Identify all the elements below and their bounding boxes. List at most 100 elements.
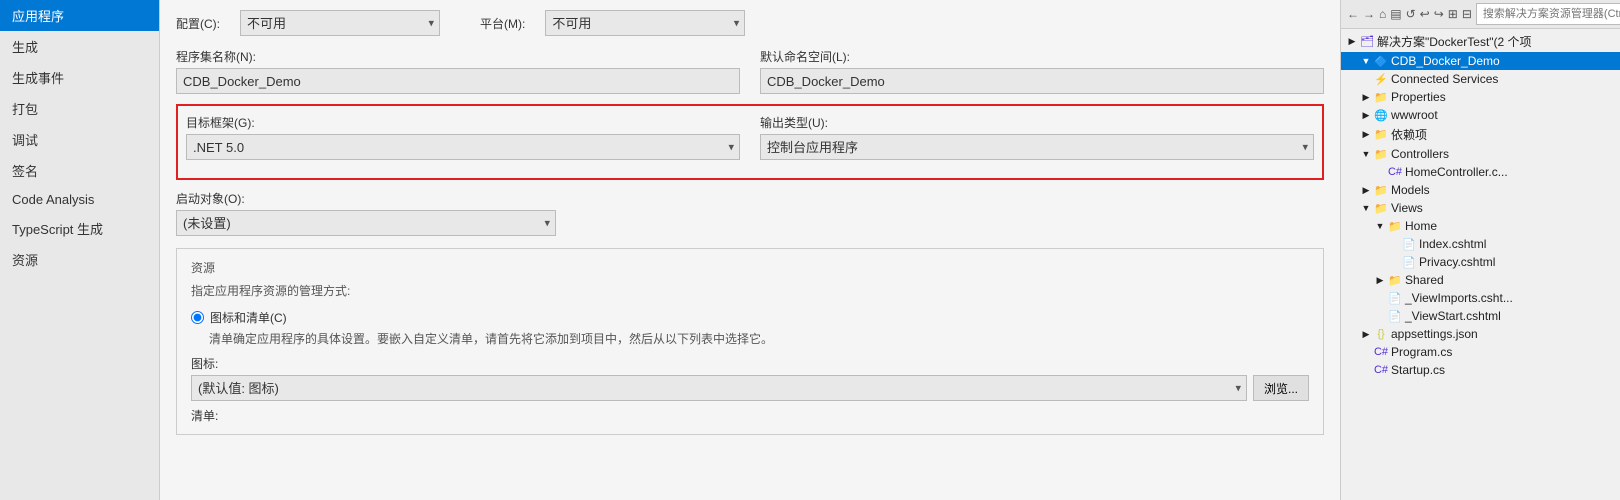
redo-icon[interactable]: ↪ bbox=[1434, 5, 1444, 23]
homecontroller-label: HomeController.c... bbox=[1405, 165, 1508, 179]
sidebar-item-typescript[interactable]: TypeScript 生成 bbox=[0, 213, 159, 244]
shared-label: Shared bbox=[1405, 273, 1444, 287]
target-select[interactable]: .NET 5.0 bbox=[186, 134, 740, 160]
sidebar-item-resources[interactable]: 资源 bbox=[0, 244, 159, 275]
main-content: 配置(C): 不可用 平台(M): 不可用 程序集名称(N): 默认命名空间(L… bbox=[160, 0, 1340, 500]
home-icon[interactable]: ⌂ bbox=[1379, 5, 1386, 23]
tree-item-controllers[interactable]: ▼📁Controllers bbox=[1341, 145, 1620, 163]
right-panel: ← → ⌂ ▤ ↺ ↩ ↪ ⊞ ⊟ ▶ 🗂 解决方案"DockerTest"(2… bbox=[1340, 0, 1620, 500]
config-label: 配置(C): bbox=[176, 15, 220, 32]
project-expand-icon: ▼ bbox=[1359, 54, 1373, 68]
home-label: Home bbox=[1405, 219, 1437, 233]
startup-expand-icon bbox=[1359, 363, 1373, 377]
sync-icon[interactable]: ↺ bbox=[1406, 5, 1416, 23]
tree-item-program[interactable]: C#Program.cs bbox=[1341, 343, 1620, 361]
tree-item-privacy-cshtml[interactable]: 📄Privacy.cshtml bbox=[1341, 253, 1620, 271]
assembly-input[interactable] bbox=[176, 68, 740, 94]
startup-label: 启动对象(O): bbox=[176, 190, 556, 207]
tree-item-home[interactable]: ▼📁Home bbox=[1341, 217, 1620, 235]
list-label: 清单: bbox=[191, 407, 1309, 424]
icon-select[interactable]: (默认值: 图标) bbox=[191, 375, 1247, 401]
sidebar-item-build-events[interactable]: 生成事件 bbox=[0, 62, 159, 93]
collapse-all-icon[interactable]: ⊟ bbox=[1462, 5, 1472, 23]
icon-label: 图标: bbox=[191, 355, 1309, 372]
output-select[interactable]: 控制台应用程序 bbox=[760, 134, 1314, 160]
sidebar-item-code-analysis[interactable]: Code Analysis bbox=[0, 186, 159, 213]
startup-icon: C# bbox=[1373, 363, 1389, 377]
browse-button[interactable]: 浏览... bbox=[1253, 375, 1309, 401]
shared-expand-icon[interactable]: ▶ bbox=[1373, 273, 1387, 287]
models-label: Models bbox=[1391, 183, 1430, 197]
tree-project[interactable]: ▼ 🔷 CDB_Docker_Demo bbox=[1341, 52, 1620, 70]
appsettings-icon: {} bbox=[1373, 327, 1389, 341]
tree-item-dependencies[interactable]: ▶📁依赖项 bbox=[1341, 124, 1620, 145]
views-expand-icon[interactable]: ▼ bbox=[1359, 201, 1373, 215]
program-expand-icon bbox=[1359, 345, 1373, 359]
wwwroot-expand-icon[interactable]: ▶ bbox=[1359, 108, 1373, 122]
tree-item-index-cshtml[interactable]: 📄Index.cshtml bbox=[1341, 235, 1620, 253]
tree-item-viewstart[interactable]: 📄_ViewStart.cshtml bbox=[1341, 307, 1620, 325]
connected-services-label: Connected Services bbox=[1391, 72, 1498, 86]
tree-item-connected-services[interactable]: ⚡Connected Services bbox=[1341, 70, 1620, 88]
models-icon: 📁 bbox=[1373, 183, 1389, 197]
appsettings-label: appsettings.json bbox=[1391, 327, 1478, 341]
views-label: Views bbox=[1391, 201, 1423, 215]
sidebar-item-sign[interactable]: 签名 bbox=[0, 155, 159, 186]
appsettings-expand-icon[interactable]: ▶ bbox=[1359, 327, 1373, 341]
resources-desc: 指定应用程序资源的管理方式: bbox=[191, 282, 1309, 299]
tree-item-homecontroller[interactable]: C#HomeController.c... bbox=[1341, 163, 1620, 181]
solution-expand-icon: ▶ bbox=[1345, 35, 1359, 49]
dependencies-expand-icon[interactable]: ▶ bbox=[1359, 128, 1373, 142]
platform-select[interactable]: 不可用 bbox=[545, 10, 745, 36]
tree-item-startup[interactable]: C#Startup.cs bbox=[1341, 361, 1620, 379]
viewstart-icon: 📄 bbox=[1387, 309, 1403, 323]
tree-item-views[interactable]: ▼📁Views bbox=[1341, 199, 1620, 217]
homecontroller-icon: C# bbox=[1387, 165, 1403, 179]
homecontroller-expand-icon bbox=[1373, 165, 1387, 179]
radio-icon-manifest[interactable] bbox=[191, 311, 204, 324]
properties-icon[interactable]: ▤ bbox=[1390, 5, 1401, 23]
forward-icon[interactable]: → bbox=[1363, 5, 1375, 23]
target-framework-box: 目标框架(G): .NET 5.0 输出类型(U): 控制台应用程序 bbox=[176, 104, 1324, 180]
tree-container: ▶ 🗂 解决方案"DockerTest"(2 个项 ▼ 🔷 CDB_Docker… bbox=[1341, 29, 1620, 500]
assembly-label: 程序集名称(N): bbox=[176, 48, 740, 65]
sidebar-item-build[interactable]: 生成 bbox=[0, 31, 159, 62]
back-icon[interactable]: ← bbox=[1347, 5, 1359, 23]
sidebar-item-app[interactable]: 应用程序 bbox=[0, 0, 159, 31]
index-cshtml-expand-icon bbox=[1387, 237, 1401, 251]
tree-item-appsettings[interactable]: ▶{}appsettings.json bbox=[1341, 325, 1620, 343]
tree-item-wwwroot[interactable]: ▶🌐wwwroot bbox=[1341, 106, 1620, 124]
properties-label: Properties bbox=[1391, 90, 1446, 104]
startup-select[interactable]: (未设置) bbox=[176, 210, 556, 236]
search-input[interactable] bbox=[1476, 3, 1620, 25]
tree-item-properties[interactable]: ▶📁Properties bbox=[1341, 88, 1620, 106]
target-output-row: 目标框架(G): .NET 5.0 输出类型(U): 控制台应用程序 bbox=[186, 114, 1314, 160]
controllers-expand-icon[interactable]: ▼ bbox=[1359, 147, 1373, 161]
target-label: 目标框架(G): bbox=[186, 114, 740, 131]
sidebar-item-debug[interactable]: 调试 bbox=[0, 124, 159, 155]
expand-all-icon[interactable]: ⊞ bbox=[1448, 5, 1458, 23]
config-select[interactable]: 不可用 bbox=[240, 10, 440, 36]
connected-services-icon: ⚡ bbox=[1373, 72, 1389, 86]
tree-item-viewimports[interactable]: 📄_ViewImports.csht... bbox=[1341, 289, 1620, 307]
privacy-cshtml-icon: 📄 bbox=[1401, 255, 1417, 269]
radio-row-icon: 图标和清单(C) bbox=[191, 309, 1309, 326]
tree-item-models[interactable]: ▶📁Models bbox=[1341, 181, 1620, 199]
resources-title: 资源 bbox=[191, 259, 1309, 276]
models-expand-icon[interactable]: ▶ bbox=[1359, 183, 1373, 197]
target-group: 目标框架(G): .NET 5.0 bbox=[186, 114, 740, 160]
program-icon: C# bbox=[1373, 345, 1389, 359]
controllers-icon: 📁 bbox=[1373, 147, 1389, 161]
project-icon: 🔷 bbox=[1373, 54, 1389, 68]
icon-select-row: (默认值: 图标) 浏览... bbox=[191, 375, 1309, 401]
tree-item-shared[interactable]: ▶📁Shared bbox=[1341, 271, 1620, 289]
viewimports-expand-icon bbox=[1373, 291, 1387, 305]
output-group: 输出类型(U): 控制台应用程序 bbox=[760, 114, 1314, 160]
namespace-input[interactable] bbox=[760, 68, 1324, 94]
controllers-label: Controllers bbox=[1391, 147, 1449, 161]
home-expand-icon[interactable]: ▼ bbox=[1373, 219, 1387, 233]
sidebar-item-package[interactable]: 打包 bbox=[0, 93, 159, 124]
properties-expand-icon[interactable]: ▶ bbox=[1359, 90, 1373, 104]
tree-solution[interactable]: ▶ 🗂 解决方案"DockerTest"(2 个项 bbox=[1341, 31, 1620, 52]
undo-icon[interactable]: ↩ bbox=[1420, 5, 1430, 23]
